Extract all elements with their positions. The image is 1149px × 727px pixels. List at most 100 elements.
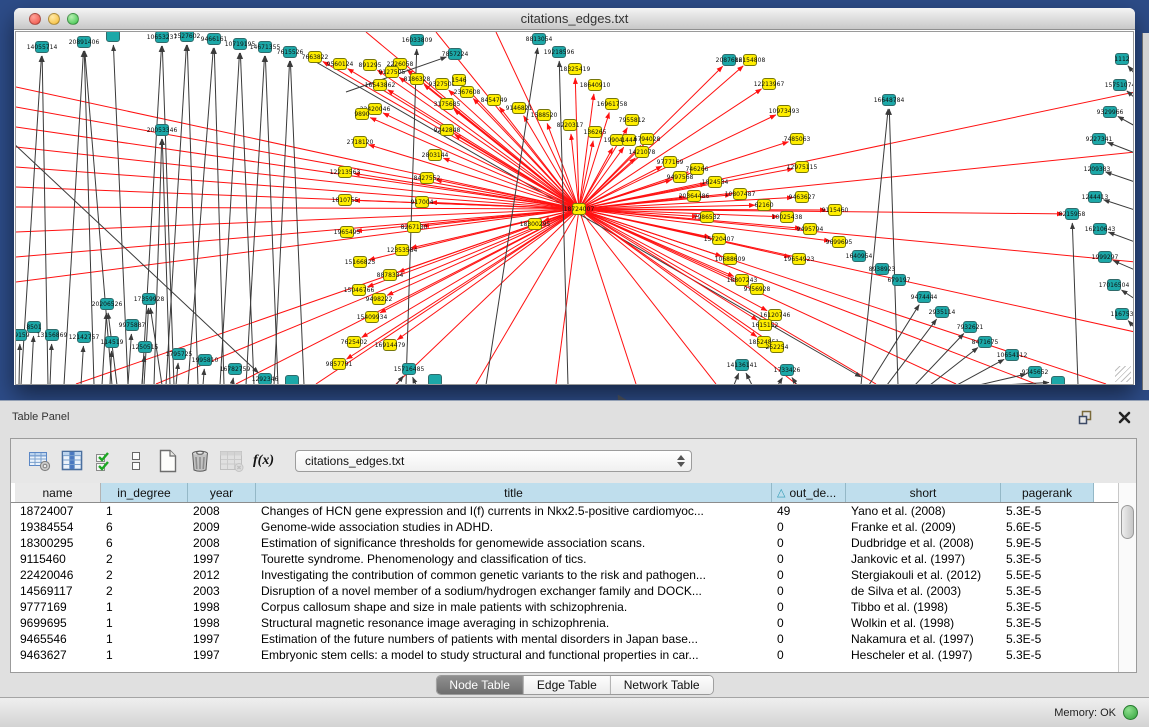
graph-edge[interactable] bbox=[778, 378, 782, 384]
graph-node[interactable]: 20206526 bbox=[92, 299, 123, 310]
graph-node[interactable]: 9242848 bbox=[434, 125, 461, 136]
graph-node[interactable]: 7932621 bbox=[957, 322, 984, 333]
graph-node[interactable]: 12142757 bbox=[69, 332, 100, 343]
graph-node[interactable]: 114519 bbox=[101, 337, 124, 348]
graph-node[interactable]: 16782759 bbox=[220, 364, 251, 375]
delete-icon[interactable] bbox=[187, 449, 212, 474]
graph-node[interactable]: 116753 bbox=[1111, 309, 1134, 320]
graph-edge[interactable] bbox=[274, 61, 290, 384]
graph-node[interactable]: 2803144 bbox=[422, 150, 449, 161]
graph-node[interactable]: 7857224 bbox=[442, 49, 469, 60]
graph-node[interactable]: 9245652 bbox=[1022, 367, 1049, 378]
graph-edge[interactable] bbox=[1108, 232, 1134, 242]
graph-node[interactable]: 8427552 bbox=[414, 173, 441, 184]
graph-node[interactable]: 16648784 bbox=[874, 95, 905, 106]
graph-node[interactable]: 17016504 bbox=[1099, 280, 1130, 291]
graph-edge[interactable] bbox=[290, 61, 304, 384]
graph-node[interactable]: 1292346 bbox=[252, 374, 279, 385]
graph-node[interactable]: 1999297 bbox=[1092, 252, 1119, 263]
graph-edge[interactable] bbox=[413, 377, 416, 384]
graph-node[interactable]: 9497568 bbox=[667, 172, 694, 183]
graph-node[interactable]: 8267130 bbox=[401, 222, 428, 233]
graph-node[interactable]: 15046766 bbox=[344, 285, 375, 296]
graph-node[interactable]: 10025438 bbox=[772, 212, 803, 223]
graph-node[interactable]: 8501 bbox=[26, 322, 41, 333]
graph-node[interactable]: 679197 bbox=[888, 275, 911, 286]
table-row[interactable]: 969969511998Structural magnetic resonanc… bbox=[11, 615, 1118, 631]
table-scrollbar-thumb[interactable] bbox=[1121, 505, 1134, 539]
graph-edge[interactable] bbox=[1002, 382, 1049, 384]
tab-node-table[interactable]: Node Table bbox=[436, 676, 524, 694]
graph-edge[interactable] bbox=[579, 209, 801, 228]
graph-edge[interactable] bbox=[861, 109, 888, 384]
graph-node[interactable]: 12353584 bbox=[387, 245, 418, 256]
graph-node[interactable]: 1733426 bbox=[774, 365, 801, 376]
graph-node[interactable]: 9699695 bbox=[826, 237, 853, 248]
graph-node[interactable]: 18325419 bbox=[560, 64, 591, 75]
close-panel-icon[interactable] bbox=[1112, 405, 1137, 430]
graph-node[interactable]: 14055714 bbox=[27, 42, 58, 53]
graph-edge[interactable] bbox=[113, 45, 128, 384]
graph-node[interactable]: 15409934 bbox=[357, 312, 388, 323]
column-header-title[interactable]: title bbox=[256, 483, 772, 502]
resize-grip-icon[interactable] bbox=[1115, 366, 1131, 382]
new-file-icon[interactable] bbox=[155, 449, 180, 474]
graph-node[interactable]: 9463627 bbox=[789, 192, 816, 203]
graph-node[interactable]: 19654923 bbox=[784, 254, 815, 265]
graph-node[interactable]: 1588520 bbox=[531, 110, 558, 121]
graph-edge[interactable] bbox=[176, 363, 178, 384]
graph-edge[interactable] bbox=[232, 378, 233, 384]
graph-node[interactable]: 1965495 bbox=[334, 227, 361, 238]
graph-node[interactable]: 8215958 bbox=[1059, 209, 1086, 220]
graph-node[interactable]: 7615526 bbox=[277, 47, 304, 58]
graph-node[interactable]: 7485063 bbox=[784, 134, 811, 145]
graph-node[interactable]: 1546 bbox=[451, 75, 466, 86]
graph-edge[interactable] bbox=[579, 209, 796, 384]
graph-node[interactable]: 16961758 bbox=[597, 99, 628, 110]
graph-node[interactable]: 1421078 bbox=[629, 147, 656, 158]
graph-node[interactable]: 8938923 bbox=[869, 264, 896, 275]
graph-edge[interactable] bbox=[887, 319, 937, 384]
graph-node[interactable]: 17359928 bbox=[134, 294, 165, 305]
graph-node[interactable]: 18640910 bbox=[580, 80, 611, 91]
graph-node[interactable]: 9975887 bbox=[119, 320, 146, 331]
network-canvas[interactable]: 1405571420891406106532371527602946616110… bbox=[15, 31, 1134, 385]
graph-node[interactable]: 15751074 bbox=[1105, 80, 1134, 91]
table-settings-icon[interactable] bbox=[27, 449, 52, 474]
graph-node[interactable]: 20364486 bbox=[679, 191, 710, 202]
graph-edge[interactable] bbox=[746, 373, 752, 384]
graph-edge[interactable] bbox=[1128, 66, 1134, 74]
graph-edge[interactable] bbox=[1128, 321, 1134, 328]
graph-node[interactable]: 12213563 bbox=[330, 167, 361, 178]
graph-node[interactable]: 10688609 bbox=[715, 254, 746, 265]
graph-edge[interactable] bbox=[128, 334, 131, 384]
graph-node[interactable]: 1824534 bbox=[702, 177, 729, 188]
graph-edge[interactable] bbox=[1121, 290, 1134, 299]
column-header-out-de-[interactable]: △out_de... bbox=[772, 483, 846, 502]
graph-edge[interactable] bbox=[1072, 223, 1078, 384]
graph-node[interactable]: 1112 bbox=[1114, 54, 1129, 65]
graph-edge[interactable] bbox=[203, 369, 204, 384]
graph-edge[interactable] bbox=[579, 92, 1134, 209]
graph-edge[interactable] bbox=[50, 344, 52, 384]
graph-edge[interactable] bbox=[579, 209, 956, 384]
graph-node[interactable]: 1640954 bbox=[846, 251, 873, 262]
graph-edge[interactable] bbox=[188, 48, 213, 384]
graph-node[interactable] bbox=[1052, 377, 1065, 385]
memory-status-icon[interactable] bbox=[1123, 705, 1138, 720]
graph-node[interactable]: 16033809 bbox=[402, 35, 433, 46]
graph-node[interactable]: 16210643 bbox=[1085, 224, 1116, 235]
graph-node[interactable]: 9146821 bbox=[506, 103, 533, 114]
graph-edge[interactable] bbox=[31, 336, 34, 384]
graph-edge[interactable] bbox=[979, 374, 1026, 384]
graph-node[interactable]: 9890 bbox=[354, 109, 369, 120]
graph-node[interactable]: 1250515 bbox=[132, 342, 159, 353]
graph-node[interactable] bbox=[286, 376, 299, 385]
graph-node[interactable]: 2367608 bbox=[454, 87, 481, 98]
tab-edge-table[interactable]: Edge Table bbox=[524, 676, 611, 694]
graph-edge[interactable] bbox=[1106, 172, 1134, 182]
graph-node[interactable]: 10973493 bbox=[769, 106, 800, 117]
graph-node[interactable] bbox=[429, 375, 442, 385]
graph-node[interactable]: 15716485 bbox=[394, 364, 425, 375]
graph-edge[interactable] bbox=[396, 209, 579, 384]
